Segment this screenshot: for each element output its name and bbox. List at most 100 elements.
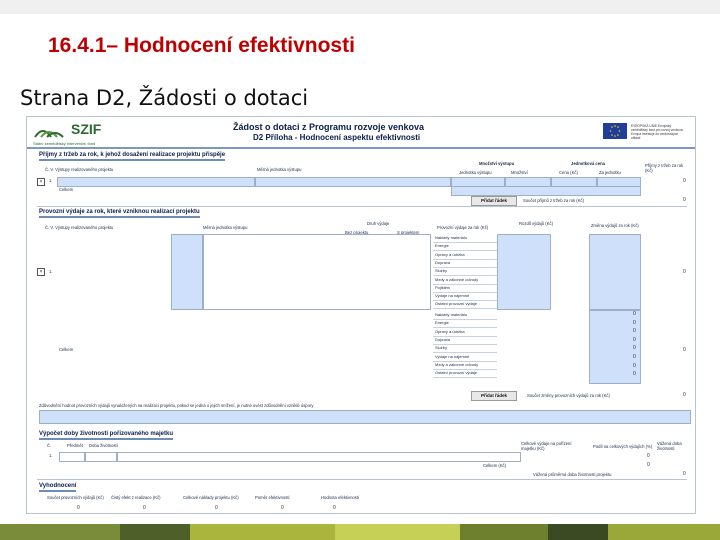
- total-label-2: Celkem: [59, 347, 74, 352]
- szif-logo-icon: [34, 130, 64, 138]
- cost-total-zero: 0: [633, 371, 636, 378]
- col-change: Změna výdajů za rok (Kč): [591, 223, 639, 228]
- form-title: Žádost o dotaci z Programu rozvoje venko…: [233, 122, 425, 132]
- section-eval-heading: Vyhodnocení: [39, 483, 77, 492]
- add-row-button-2[interactable]: Přidat řádek: [471, 391, 517, 401]
- cost-total-zero: 0: [633, 319, 636, 326]
- col-a: Součet provozních výdajů (Kč): [47, 495, 104, 500]
- footer-segment: [335, 524, 460, 540]
- value-e: 0: [333, 505, 336, 511]
- col-measure-2: Měrná jednotka výstupu: [203, 225, 248, 230]
- value-a: 0: [77, 505, 80, 511]
- footer-segment: [548, 524, 608, 540]
- col-amount-2: Provozní výdaje za rok (Kč): [437, 225, 489, 230]
- col-measure: Měrná jednotka výstupu: [257, 167, 302, 172]
- output-input[interactable]: [57, 177, 255, 187]
- row-number-3: 1.: [49, 453, 53, 458]
- form-subtitle: D2 Příloha - Hodnocení aspektu efektivno…: [253, 133, 421, 142]
- col-d: Poměr efektivnosti: [255, 495, 290, 500]
- col-item-2: Č. V. Výstupy realizovaného projektu: [45, 225, 114, 230]
- footer-segment: [120, 524, 190, 540]
- costs-change-col: [589, 234, 641, 310]
- col-item: Č. V. Výstupy realizovaného projektu: [45, 167, 114, 172]
- row-number-2: 1.: [49, 269, 53, 274]
- footer-segment: [190, 524, 335, 540]
- col-amount: Množství výstupu: [479, 161, 515, 166]
- sum-label: Součet příjmů z tržeb za rok (Kč): [523, 198, 584, 203]
- footer-segment: [460, 524, 548, 540]
- weighted-value: 0: [683, 471, 686, 477]
- eu-flag-icon: [603, 123, 627, 139]
- share-value-3: 0: [647, 453, 650, 459]
- sum-value: 0: [683, 197, 686, 203]
- section-costs-heading: Provozní výdaje za rok, které vzniknou r…: [39, 209, 200, 218]
- footer-segment: [608, 524, 720, 540]
- value-c: 0: [215, 505, 218, 511]
- col-share-3: Podíl na celkových výdajích (%): [593, 444, 653, 449]
- sum-label-2: Součet změny provozních výdajů za rok (K…: [527, 393, 610, 398]
- slide-subtitle: Strana D2, Žádosti o dotaci: [20, 86, 309, 110]
- costs-without-col[interactable]: [497, 234, 551, 310]
- cost-input-3[interactable]: [117, 452, 521, 462]
- cost-total-zero: 0: [633, 336, 636, 343]
- divider: [37, 206, 687, 207]
- sub-per: Za jednotku: [599, 170, 621, 175]
- row-number: 1.: [49, 178, 53, 183]
- weighted-label: Vážená průměrná doba životnosti projektu: [533, 472, 612, 477]
- divider-3: [37, 479, 687, 480]
- total-value-3: 0: [647, 462, 650, 468]
- col-c: Celkové náklady projektu (Kč): [183, 495, 239, 500]
- measure-input-2[interactable]: [203, 234, 431, 310]
- header-stripe: [27, 147, 695, 149]
- add-row-button[interactable]: Přidat řádek: [471, 196, 517, 206]
- total-row: [451, 186, 641, 196]
- cost-total-zero: 0: [633, 362, 636, 369]
- cost-row-value: 0: [683, 269, 686, 275]
- revenue-value: 0: [683, 178, 686, 184]
- top-band: [0, 0, 720, 14]
- cost-total-zero: 0: [633, 354, 636, 360]
- slide-title: 16.4.1– Hodnocení efektivnosti: [48, 34, 355, 57]
- sub-unit: Jednotka výstupu: [459, 170, 492, 175]
- col-e: Hodnota efektivnosti: [321, 495, 359, 500]
- col-b: Čistý efekt z realizace (Kč): [111, 495, 161, 500]
- form-screenshot: SZIF Státní zemědělský intervenční fond …: [26, 116, 696, 514]
- footer-color-band: [0, 524, 720, 540]
- col-weight-3: Vážená doba životnosti: [657, 441, 682, 451]
- logo-subtext: Státní zemědělský intervenční fond: [33, 141, 96, 146]
- cost-type-label: Ostatní provozní výdaje: [433, 300, 497, 310]
- total-label: Celkem: [59, 187, 74, 192]
- sub-unitprice: Cena (Kč): [559, 170, 578, 175]
- value-d: 0: [281, 505, 284, 511]
- col-kind: Druh výdaje: [367, 221, 390, 226]
- note-label: Zdůvodnění hodnot provozních výdajů vyna…: [39, 403, 314, 408]
- col-price: Jednotková cena: [571, 161, 605, 166]
- col-life-3: Doba životnosti: [89, 443, 118, 448]
- cost-total-zero: 0: [633, 328, 636, 335]
- col-diff: Rozdíl výdajů (Kč): [519, 221, 553, 226]
- row-remove-checkbox[interactable]: ×: [37, 178, 45, 186]
- life-input-3[interactable]: [85, 452, 117, 462]
- section-revenue-heading: Příjmy z tržeb za rok, k jehož dosažení …: [39, 152, 226, 161]
- cost-total-value: 0: [683, 347, 686, 353]
- sum-value-2: 0: [683, 392, 686, 398]
- measure-input[interactable]: [255, 177, 451, 187]
- row-remove-checkbox-2[interactable]: ×: [37, 268, 45, 276]
- value-b: 0: [143, 505, 146, 511]
- cost-type-label: Ostatní provozní výdaje: [433, 369, 497, 379]
- footer-segment: [0, 524, 120, 540]
- sub-qty: Množství: [511, 170, 528, 175]
- szif-logo: SZIF Státní zemědělský intervenční fond: [33, 121, 109, 147]
- note-input[interactable]: [39, 410, 691, 424]
- cost-total-zero: 0: [633, 345, 636, 352]
- logo-word: SZIF: [71, 121, 102, 137]
- col-no-3: Č.: [47, 443, 52, 448]
- cost-total-zero: 0: [633, 311, 636, 317]
- item-input-3[interactable]: [59, 452, 85, 462]
- col-cost-3: Celkové výdaje na pořízení majetku (Kč): [521, 441, 572, 451]
- total-label-3: Celkem (Kč): [483, 463, 507, 468]
- col-revenue: Příjmy z tržeb za rok (Kč): [645, 163, 684, 173]
- output-input-2[interactable]: [171, 234, 203, 310]
- section-life-heading: Výpočet doby životnosti pořizovaného maj…: [39, 431, 174, 440]
- col-item-3: Předmět: [67, 443, 83, 448]
